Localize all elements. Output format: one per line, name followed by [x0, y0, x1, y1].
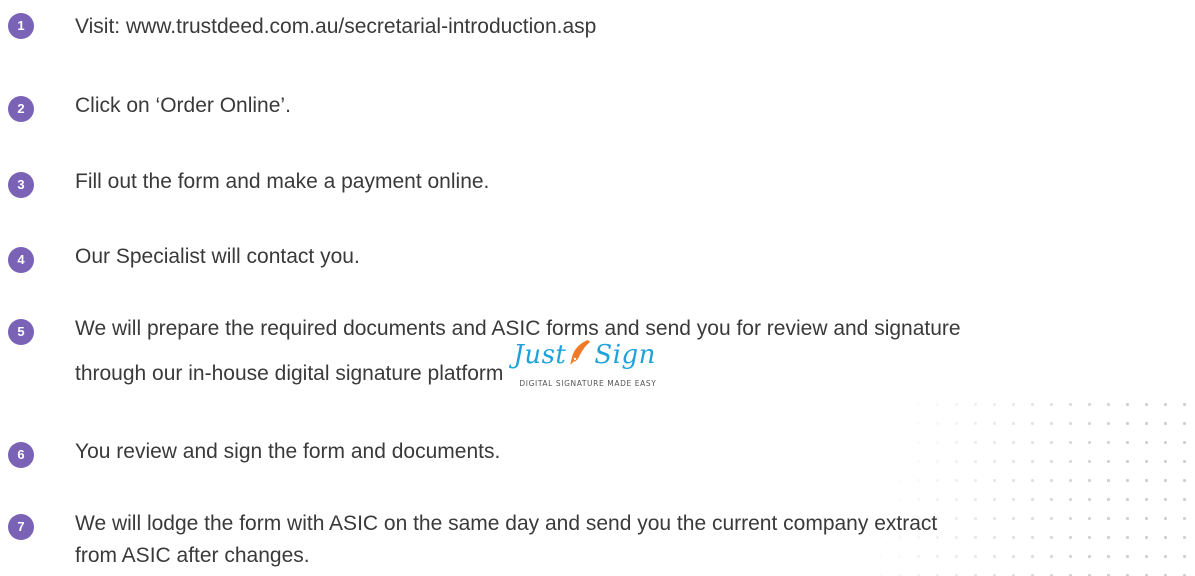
step-text: Visit: www.trustdeed.com.au/secretarial-… — [75, 15, 597, 38]
step-number-badge: 2 — [8, 96, 34, 122]
step-text: Click on ‘Order Online’. — [75, 94, 291, 117]
step-text: You review and sign the form and documen… — [75, 440, 501, 463]
justsign-logo-word-just: Just — [513, 340, 567, 370]
step-text-line-1: We will lodge the form with ASIC on the … — [75, 512, 938, 535]
step-number-badge: 7 — [8, 514, 34, 540]
step-text: Fill out the form and make a payment onl… — [75, 170, 490, 193]
justsign-logo-word-sign: Sign — [594, 340, 656, 370]
step-text-line-2: from ASIC after changes. — [75, 544, 310, 567]
step-number-badge: 6 — [8, 442, 34, 468]
justsign-logo-wordmark: Just Sign — [513, 340, 656, 370]
justsign-logo: Just Sign DIGITAL SIGNATURE MADE EASY — [513, 340, 657, 400]
step-number-badge: 3 — [8, 172, 34, 198]
step-number-badge: 4 — [8, 247, 34, 273]
step-text-line-2: through our in-house digital signature p… — [75, 340, 1193, 404]
step-text: We will lodge the form with ASIC on the … — [75, 508, 1193, 572]
justsign-logo-tagline: DIGITAL SIGNATURE MADE EASY — [519, 379, 657, 388]
step-text: We will prepare the required documents a… — [75, 313, 1193, 404]
step-text-line-2-label: through our in-house digital signature p… — [75, 362, 504, 386]
step-number-badge: 1 — [8, 13, 34, 39]
step-text: Our Specialist will contact you. — [75, 245, 360, 268]
step-number-badge: 5 — [8, 319, 34, 345]
pen-nib-icon — [569, 340, 591, 367]
